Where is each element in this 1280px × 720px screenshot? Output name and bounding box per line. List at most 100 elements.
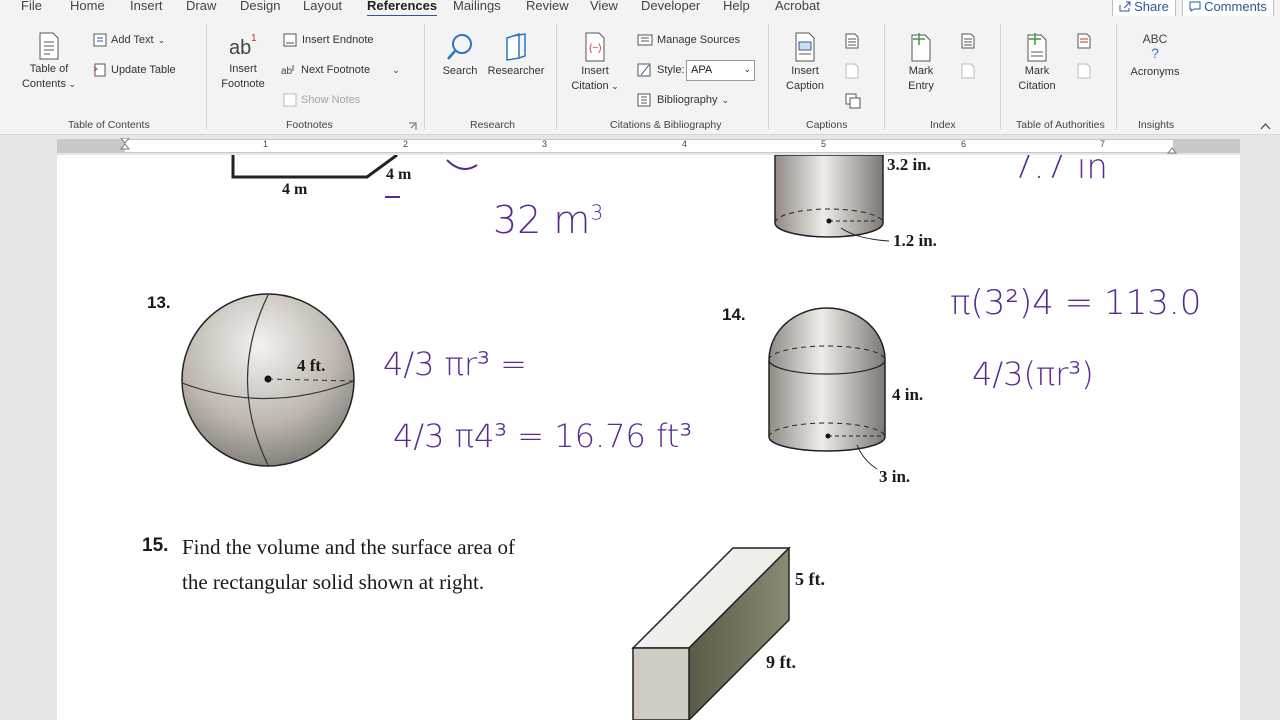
insert-endnote-button[interactable]: Insert Endnote	[283, 33, 374, 47]
ribbon-separator	[1000, 24, 1001, 129]
mark-entry-label-1: Mark	[908, 65, 934, 77]
capsule-figure	[768, 307, 886, 470]
tab-view[interactable]: View	[590, 0, 618, 13]
group-label-footnotes: Footnotes	[286, 119, 333, 131]
tab-home[interactable]: Home	[70, 0, 105, 13]
bibliography-button[interactable]: Bibliography ⌄	[637, 93, 729, 107]
update-table-of-authorities-icon[interactable]	[1077, 63, 1091, 79]
insert-table-of-figures-icon[interactable]	[845, 33, 859, 49]
toc-label-1: Table of	[29, 63, 69, 75]
handwritten-calculation: 4/3 π4³ = 16.76 ft³	[393, 417, 693, 455]
tab-file[interactable]: File	[21, 0, 42, 13]
search-icon	[447, 34, 472, 60]
question-mark-icon: ?	[1151, 45, 1159, 61]
table-of-contents-button[interactable]: Table of Contents ⌄	[16, 32, 82, 92]
group-label-index: Index	[930, 119, 956, 131]
citation-style-value: APA	[691, 64, 713, 76]
show-notes-button[interactable]: Show Notes	[283, 93, 360, 107]
tab-review[interactable]: Review	[526, 0, 569, 13]
comments-button[interactable]: Comments	[1182, 0, 1274, 17]
researcher-button[interactable]: Researcher	[486, 32, 546, 79]
show-notes-icon	[283, 93, 297, 107]
capsule-height-label: 4 in.	[892, 385, 924, 404]
chevron-down-icon[interactable]: ⌄	[392, 65, 400, 76]
acronyms-label: Acronyms	[1130, 66, 1180, 78]
dialog-launcher-icon[interactable]	[408, 122, 417, 131]
ruler-number: 3	[542, 139, 548, 149]
insert-footnote-label-2: Footnote	[221, 78, 265, 90]
document-page[interactable]: 4 m 4 m 3.2 in. 1.2 in. 13. 4 ft. 14. 4 …	[57, 155, 1240, 720]
insert-citation-label-1: Insert	[581, 65, 609, 77]
share-button[interactable]: Share	[1112, 0, 1176, 17]
researcher-icon	[506, 32, 526, 61]
tab-design[interactable]: Design	[240, 0, 280, 13]
problem-15-text-line-1: Find the volume and the surface area of	[182, 535, 515, 559]
sphere-figure	[181, 293, 355, 467]
manage-sources-icon	[637, 34, 653, 46]
tab-draw[interactable]: Draw	[186, 0, 216, 13]
mark-citation-label-2: Citation	[1018, 80, 1056, 92]
indent-marker-icon[interactable]	[120, 138, 130, 154]
handwritten-answer: 7.7 in	[1012, 155, 1108, 187]
ruler-margin-left	[57, 140, 125, 152]
style-label: Style:	[657, 64, 685, 76]
update-table-label: Update Table	[111, 64, 176, 76]
tab-acrobat[interactable]: Acrobat	[775, 0, 820, 13]
insert-index-icon[interactable]	[961, 33, 975, 49]
insert-citation-button[interactable]: (−) Insert Citation ⌄	[566, 32, 624, 94]
insert-table-of-authorities-icon[interactable]	[1077, 33, 1091, 49]
tab-references[interactable]: References	[367, 0, 438, 18]
style-label-group: Style:	[637, 63, 685, 77]
ruler-number: 4	[682, 139, 688, 149]
search-button[interactable]: Search	[440, 32, 480, 79]
mark-citation-button[interactable]: Mark Citation	[1012, 32, 1062, 94]
cross-reference-icon[interactable]	[845, 93, 861, 109]
tab-help[interactable]: Help	[723, 0, 750, 13]
handwritten-answer-value: 32 m	[493, 198, 591, 242]
dimension-label: 4 m	[386, 166, 412, 183]
insert-caption-icon	[795, 32, 815, 62]
mark-citation-label-1: Mark	[1024, 65, 1050, 77]
problem-15-number: 15.	[142, 535, 169, 556]
manage-sources-button[interactable]: Manage Sources	[637, 33, 740, 47]
handwritten-formula: 4/3(πr³)	[972, 355, 1094, 393]
cylinder-partial	[774, 155, 890, 242]
collapse-ribbon-icon[interactable]	[1260, 122, 1271, 130]
problem-14-number: 14.	[722, 305, 746, 324]
insert-citation-label-2: Citation	[571, 80, 609, 92]
horizontal-ruler[interactable]: 1 2 3 4 5 6 7	[57, 138, 1240, 154]
ruler-number: 5	[821, 139, 827, 149]
mark-entry-button[interactable]: Mark Entry	[898, 32, 944, 94]
ribbon-separator	[884, 24, 885, 129]
footnote-icon: ab 1	[229, 33, 257, 59]
sphere-radius-label: 4 ft.	[297, 356, 326, 375]
next-footnote-label: Next Footnote	[301, 64, 371, 76]
add-text-button[interactable]: Add Text ⌄	[93, 33, 165, 47]
bibliography-label: Bibliography	[657, 94, 718, 106]
tab-layout[interactable]: Layout	[303, 0, 342, 13]
svg-text:ab: ab	[229, 37, 251, 59]
box-height-label: 5 ft.	[795, 569, 825, 589]
acronyms-button[interactable]: ABC ? Acronyms	[1128, 32, 1182, 80]
insert-caption-label-2: Caption	[786, 80, 824, 92]
insert-caption-button[interactable]: Insert Caption	[780, 32, 830, 94]
tab-insert[interactable]: Insert	[130, 0, 163, 13]
update-table-icon	[93, 63, 106, 77]
manage-sources-label: Manage Sources	[657, 34, 741, 46]
tab-mailings[interactable]: Mailings	[453, 0, 501, 13]
ruler-number: 7	[1100, 139, 1106, 149]
endnote-icon	[283, 33, 297, 47]
citation-style-select[interactable]: APA ⌄	[686, 60, 755, 81]
right-indent-marker-icon[interactable]	[1167, 146, 1177, 154]
next-footnote-button[interactable]: ab Next Footnote ⌄	[281, 63, 400, 77]
ribbon-separator	[556, 24, 557, 129]
add-text-icon	[93, 33, 107, 47]
tab-developer[interactable]: Developer	[641, 0, 700, 13]
insert-footnote-button[interactable]: ab 1 Insert Footnote	[214, 32, 272, 92]
svg-text:1: 1	[251, 33, 257, 44]
update-table-of-figures-icon[interactable]	[845, 63, 859, 79]
update-index-icon[interactable]	[961, 63, 975, 79]
share-icon	[1119, 1, 1131, 12]
update-table-button[interactable]: Update Table	[93, 63, 176, 77]
chevron-down-icon: ⌄	[743, 64, 751, 74]
